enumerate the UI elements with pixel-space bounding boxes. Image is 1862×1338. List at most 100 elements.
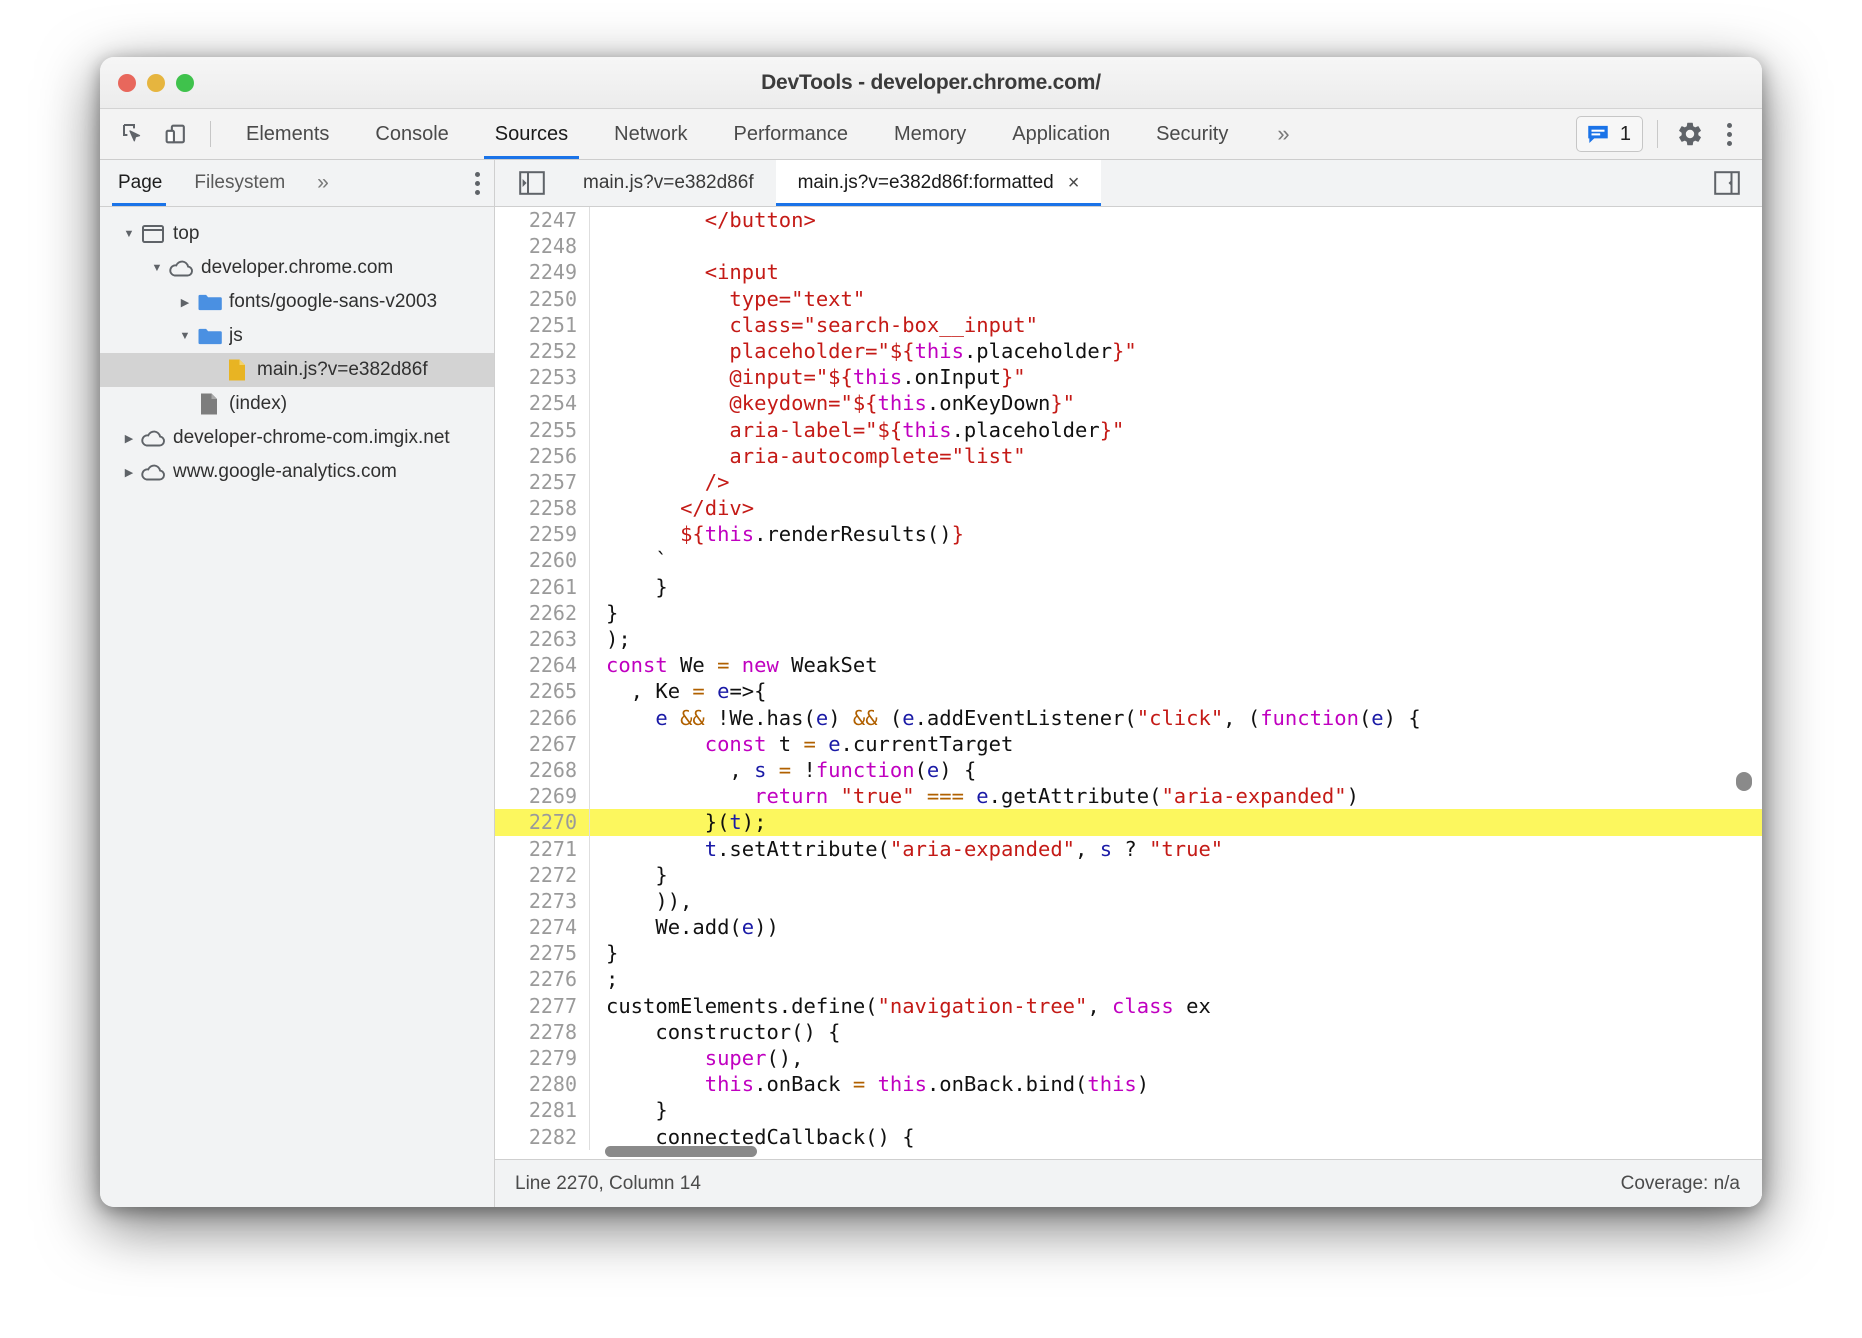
- code-line[interactable]: 2275}: [495, 940, 1762, 966]
- code-line[interactable]: 2252 placeholder="${this.placeholder}": [495, 338, 1762, 364]
- tree-item-fonts-google-sans[interactable]: ▶ fonts/google-sans-v2003: [100, 285, 494, 319]
- tab-application[interactable]: Application: [989, 109, 1133, 159]
- close-icon[interactable]: ×: [1068, 173, 1080, 193]
- line-text[interactable]: @keydown="${this.onKeyDown}": [590, 390, 1075, 416]
- tab-elements[interactable]: Elements: [223, 109, 352, 159]
- line-number[interactable]: 2248: [495, 233, 590, 259]
- line-number[interactable]: 2263: [495, 626, 590, 652]
- line-number[interactable]: 2259: [495, 521, 590, 547]
- line-text[interactable]: )),: [590, 888, 692, 914]
- tree-item-index[interactable]: (index): [100, 387, 494, 421]
- line-number[interactable]: 2249: [495, 259, 590, 285]
- horizontal-scrollbar-thumb[interactable]: [605, 1146, 757, 1157]
- line-number[interactable]: 2260: [495, 547, 590, 573]
- line-text[interactable]: }: [590, 600, 618, 626]
- line-number[interactable]: 2282: [495, 1124, 590, 1150]
- code-viewport[interactable]: 2247 </button>22482249 <input2250 type="…: [495, 207, 1762, 1159]
- show-navigator-icon[interactable]: [517, 169, 547, 197]
- code-line[interactable]: 2260 `: [495, 547, 1762, 573]
- code-line[interactable]: 2266 e && !We.has(e) && (e.addEventListe…: [495, 705, 1762, 731]
- line-number[interactable]: 2279: [495, 1045, 590, 1071]
- code-line[interactable]: 2251 class="search-box__input": [495, 312, 1762, 338]
- code-line[interactable]: 2270 }(t);: [495, 809, 1762, 835]
- line-text[interactable]: aria-label="${this.placeholder}": [590, 417, 1124, 443]
- code-line[interactable]: 2257 />: [495, 469, 1762, 495]
- line-text[interactable]: e && !We.has(e) && (e.addEventListener("…: [590, 705, 1421, 731]
- tree-item-main-js[interactable]: main.js?v=e382d86f: [100, 353, 494, 387]
- line-number[interactable]: 2269: [495, 783, 590, 809]
- line-text[interactable]: </div>: [590, 495, 754, 521]
- line-text[interactable]: }: [590, 1097, 668, 1123]
- code-line[interactable]: 2250 type="text": [495, 286, 1762, 312]
- code-line[interactable]: 2256 aria-autocomplete="list": [495, 443, 1762, 469]
- chevron-down-icon[interactable]: ▼: [174, 330, 196, 342]
- line-number[interactable]: 2256: [495, 443, 590, 469]
- code-line[interactable]: 2265 , Ke = e=>{: [495, 678, 1762, 704]
- line-number[interactable]: 2251: [495, 312, 590, 338]
- code-line[interactable]: 2255 aria-label="${this.placeholder}": [495, 417, 1762, 443]
- navigator-more-tabs-chevron-icon[interactable]: »: [301, 160, 345, 206]
- code-line[interactable]: 2268 , s = !function(e) {: [495, 757, 1762, 783]
- line-number[interactable]: 2278: [495, 1019, 590, 1045]
- line-number[interactable]: 2271: [495, 836, 590, 862]
- tree-item-google-analytics[interactable]: ▶ www.google-analytics.com: [100, 455, 494, 489]
- more-tabs-chevron-icon[interactable]: »: [1251, 109, 1315, 159]
- code-line[interactable]: 2274 We.add(e)): [495, 914, 1762, 940]
- line-text[interactable]: <input: [590, 259, 779, 285]
- code-line[interactable]: 2248: [495, 233, 1762, 259]
- line-number[interactable]: 2261: [495, 574, 590, 600]
- chevron-down-icon[interactable]: ▼: [146, 262, 168, 274]
- line-number[interactable]: 2250: [495, 286, 590, 312]
- code-line[interactable]: 2264const We = new WeakSet: [495, 652, 1762, 678]
- line-text[interactable]: type="text": [590, 286, 865, 312]
- code-line[interactable]: 2281 }: [495, 1097, 1762, 1123]
- inspect-element-icon[interactable]: [114, 117, 152, 151]
- editor-tab-main-js[interactable]: main.js?v=e382d86f: [561, 160, 776, 206]
- navigator-tab-filesystem[interactable]: Filesystem: [178, 160, 301, 206]
- chevron-down-icon[interactable]: ▼: [118, 228, 140, 240]
- line-number[interactable]: 2257: [495, 469, 590, 495]
- line-text[interactable]: class="search-box__input": [590, 312, 1038, 338]
- code-line[interactable]: 2278 constructor() {: [495, 1019, 1762, 1045]
- line-number[interactable]: 2253: [495, 364, 590, 390]
- line-text[interactable]: const t = e.currentTarget: [590, 731, 1013, 757]
- line-number[interactable]: 2272: [495, 862, 590, 888]
- line-text[interactable]: const We = new WeakSet: [590, 652, 878, 678]
- code-line[interactable]: 2261 }: [495, 574, 1762, 600]
- code-line[interactable]: 2272 }: [495, 862, 1762, 888]
- editor-tab-main-js-formatted[interactable]: main.js?v=e382d86f:formatted ×: [776, 160, 1102, 206]
- line-number[interactable]: 2252: [495, 338, 590, 364]
- line-number[interactable]: 2262: [495, 600, 590, 626]
- line-text[interactable]: }: [590, 940, 618, 966]
- line-number[interactable]: 2247: [495, 207, 590, 233]
- chevron-right-icon[interactable]: ▶: [174, 296, 196, 309]
- vertical-scrollbar-thumb[interactable]: [1736, 772, 1752, 791]
- line-text[interactable]: ;: [590, 966, 618, 992]
- more-options-icon[interactable]: [1712, 116, 1746, 152]
- navigator-more-options-icon[interactable]: [475, 172, 480, 195]
- code-line[interactable]: 2247 </button>: [495, 207, 1762, 233]
- line-number[interactable]: 2254: [495, 390, 590, 416]
- line-text[interactable]: }: [590, 862, 668, 888]
- line-text[interactable]: aria-autocomplete="list": [590, 443, 1026, 469]
- tree-item-imgix[interactable]: ▶ developer-chrome-com.imgix.net: [100, 421, 494, 455]
- line-text[interactable]: , Ke = e=>{: [590, 678, 766, 704]
- line-text[interactable]: customElements.define("navigation-tree",…: [590, 993, 1211, 1019]
- code-line[interactable]: 2254 @keydown="${this.onKeyDown}": [495, 390, 1762, 416]
- tab-security[interactable]: Security: [1133, 109, 1251, 159]
- line-text[interactable]: @input="${this.onInput}": [590, 364, 1026, 390]
- line-text[interactable]: }: [590, 574, 668, 600]
- line-number[interactable]: 2264: [495, 652, 590, 678]
- line-text[interactable]: t.setAttribute("aria-expanded", s ? "tru…: [590, 836, 1223, 862]
- line-number[interactable]: 2266: [495, 705, 590, 731]
- line-number[interactable]: 2270: [495, 809, 590, 835]
- line-text[interactable]: `: [590, 547, 668, 573]
- line-number[interactable]: 2258: [495, 495, 590, 521]
- tab-network[interactable]: Network: [591, 109, 710, 159]
- line-number[interactable]: 2276: [495, 966, 590, 992]
- line-text[interactable]: super(),: [590, 1045, 804, 1071]
- chevron-right-icon[interactable]: ▶: [118, 466, 140, 479]
- line-number[interactable]: 2265: [495, 678, 590, 704]
- line-text[interactable]: ${this.renderResults()}: [590, 521, 964, 547]
- code-line[interactable]: 2273 )),: [495, 888, 1762, 914]
